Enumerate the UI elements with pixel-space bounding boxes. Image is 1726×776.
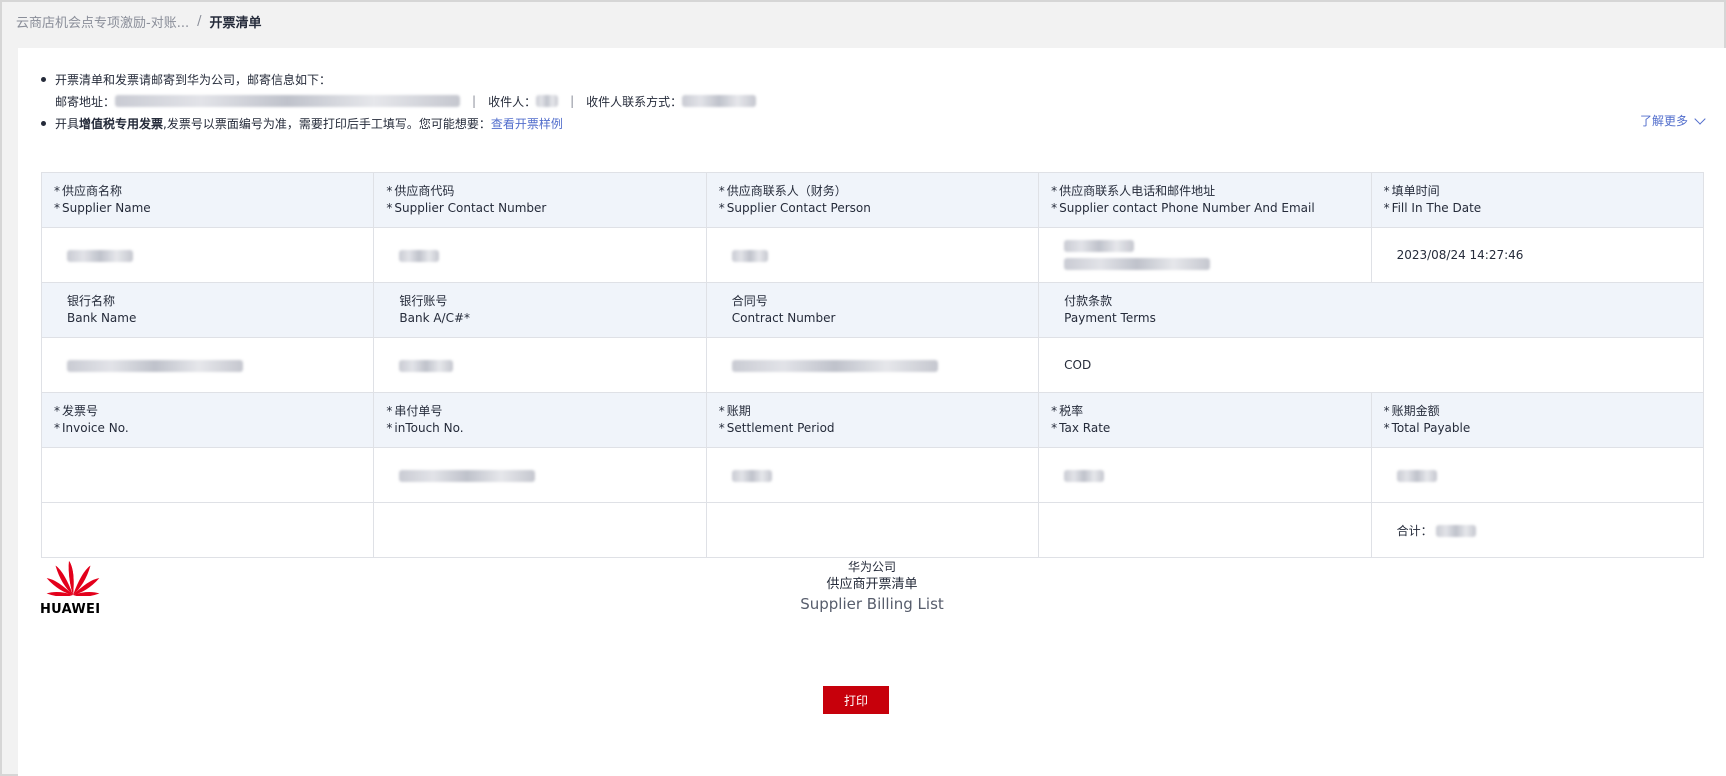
table-row — [40, 447, 1705, 503]
notice-invoice-line: 开具 增值税专用发票 ,发票号以票面编号为准，需要打印后手工填写。您可能想要： … — [38, 112, 1708, 134]
empty-cell — [40, 502, 375, 558]
contact-redacted — [682, 95, 757, 107]
table-row: 2023/08/24 14:27:46 — [40, 227, 1705, 283]
breadcrumb-separator: / — [197, 13, 202, 29]
table-header-row: * 供应商名称 * Supplier Name * 供应商代码 * Supplier C… — [40, 172, 1705, 228]
company-name: 华为公司 — [847, 560, 896, 574]
billing-table: * 供应商名称 * Supplier Name * 供应商代码 * Supplier C… — [40, 172, 1705, 558]
header-cell: * 供应商联系人（财务） * Supplier Contact Person — [705, 172, 1040, 228]
print-button[interactable]: 打印 — [823, 686, 889, 714]
invoice-no-cell — [40, 447, 375, 503]
receiver-redacted — [536, 95, 559, 107]
supplier-phone-email-cell — [1038, 227, 1372, 283]
bullet-dot — [41, 120, 46, 126]
header-cell: 付款条款 Payment Terms — [1038, 282, 1704, 338]
breadcrumb-current: 开票清单 — [209, 15, 262, 31]
learn-more-label: 了解更多 — [1639, 114, 1688, 128]
header-cell: * 供应商联系人电话和邮件地址 * Supplier contact Phone N… — [1038, 172, 1372, 228]
bank-account-cell — [373, 337, 707, 393]
notice-address-line: 邮寄地址： | 收件人： | 收件人联系方式： — [38, 90, 1708, 112]
notice-section: 开票清单和发票请邮寄到华为公司，邮寄信息如下： 邮寄地址： | 收件人： | 收… — [38, 68, 1708, 134]
tax-rate-cell — [1038, 447, 1372, 503]
page-frame: 云商店机会点专项激励-对账... / 开票清单 开票清单和发票请邮寄到华为公司，… — [0, 0, 1726, 776]
divider: | — [472, 94, 477, 108]
chevron-down-icon — [1694, 112, 1706, 125]
bank-name-cell — [40, 337, 375, 393]
supplier-name-cell — [40, 227, 375, 283]
header-cell: * 账期 * Settlement Period — [705, 392, 1040, 448]
payment-terms-cell: COD — [1038, 337, 1704, 393]
notice-invoice-text: ,发票号以票面编号为准，需要打印后手工填写。您可能想要： — [163, 116, 491, 131]
total-cell: 合计： — [1370, 502, 1705, 558]
supplier-code-cell — [373, 227, 707, 283]
empty-cell — [1038, 502, 1372, 558]
divider: | — [570, 94, 575, 108]
empty-cell — [373, 502, 707, 558]
notice-invoice-prefix: 开具 — [55, 116, 80, 131]
contract-number-cell — [705, 337, 1040, 393]
header-cell: * 供应商名称 * Supplier Name — [40, 172, 375, 228]
receiver-label: 收件人： — [488, 94, 537, 109]
header-cell: * 供应商代码 * Supplier Contact Number — [373, 172, 707, 228]
supplier-contact-cell — [705, 227, 1040, 283]
table-row: COD — [40, 337, 1704, 393]
address-label: 邮寄地址： — [55, 94, 116, 109]
document-title-block: 华为公司 供应商开票清单 Supplier Billing List — [18, 558, 1726, 614]
breadcrumb-parent-link[interactable]: 云商店机会点专项激励-对账... — [16, 12, 189, 31]
table-header-row: 银行名称 Bank Name 银行账号 Bank A/C#* 合同号 Contr… — [40, 282, 1704, 338]
header-cell: * 填单时间 * Fill In The Date — [1370, 172, 1705, 228]
notice-mail-line: 开票清单和发票请邮寄到华为公司，邮寄信息如下： — [38, 68, 1708, 90]
total-value-redacted — [1436, 525, 1477, 537]
table-header-row: * 发票号 * Invoice No. * 串付单号 * inTouch No. * 账期… — [40, 392, 1705, 448]
notice-mail-text: 开票清单和发票请邮寄到华为公司，邮寄信息如下： — [55, 72, 332, 87]
header-cell: * 账期金额 * Total Payable — [1370, 392, 1705, 448]
breadcrumb: 云商店机会点专项激励-对账... / 开票清单 — [16, 10, 262, 32]
contact-label: 收件人联系方式： — [586, 94, 683, 109]
bullet-dot — [41, 76, 46, 82]
table-total-row: 合计： — [40, 502, 1705, 558]
fill-date-cell: 2023/08/24 14:27:46 — [1370, 227, 1705, 283]
total-label: 合计： — [1396, 523, 1433, 538]
header-cell: 银行账号 Bank A/C#* — [373, 282, 707, 338]
total-payable-cell — [1370, 447, 1705, 503]
header-cell: * 串付单号 * inTouch No. — [373, 392, 707, 448]
header-cell: * 发票号 * Invoice No. — [40, 392, 375, 448]
header-cell: 合同号 Contract Number — [705, 282, 1040, 338]
billing-panel: 开票清单和发票请邮寄到华为公司，邮寄信息如下： 邮寄地址： | 收件人： | 收… — [18, 48, 1726, 776]
header-cell: 银行名称 Bank Name — [40, 282, 375, 338]
title-en: Supplier Billing List — [800, 595, 944, 613]
notice-invoice-type: 增值税专用发票 — [79, 116, 164, 131]
view-invoice-sample-link[interactable]: 查看开票样例 — [491, 115, 563, 132]
settlement-period-cell — [705, 447, 1040, 503]
header-cell: * 税率 * Tax Rate — [1038, 392, 1372, 448]
learn-more-link[interactable]: 了解更多 — [1640, 112, 1708, 129]
address-redacted — [115, 95, 461, 107]
intouch-no-cell — [373, 447, 707, 503]
empty-cell — [705, 502, 1040, 558]
title-cn: 供应商开票清单 — [826, 577, 918, 592]
